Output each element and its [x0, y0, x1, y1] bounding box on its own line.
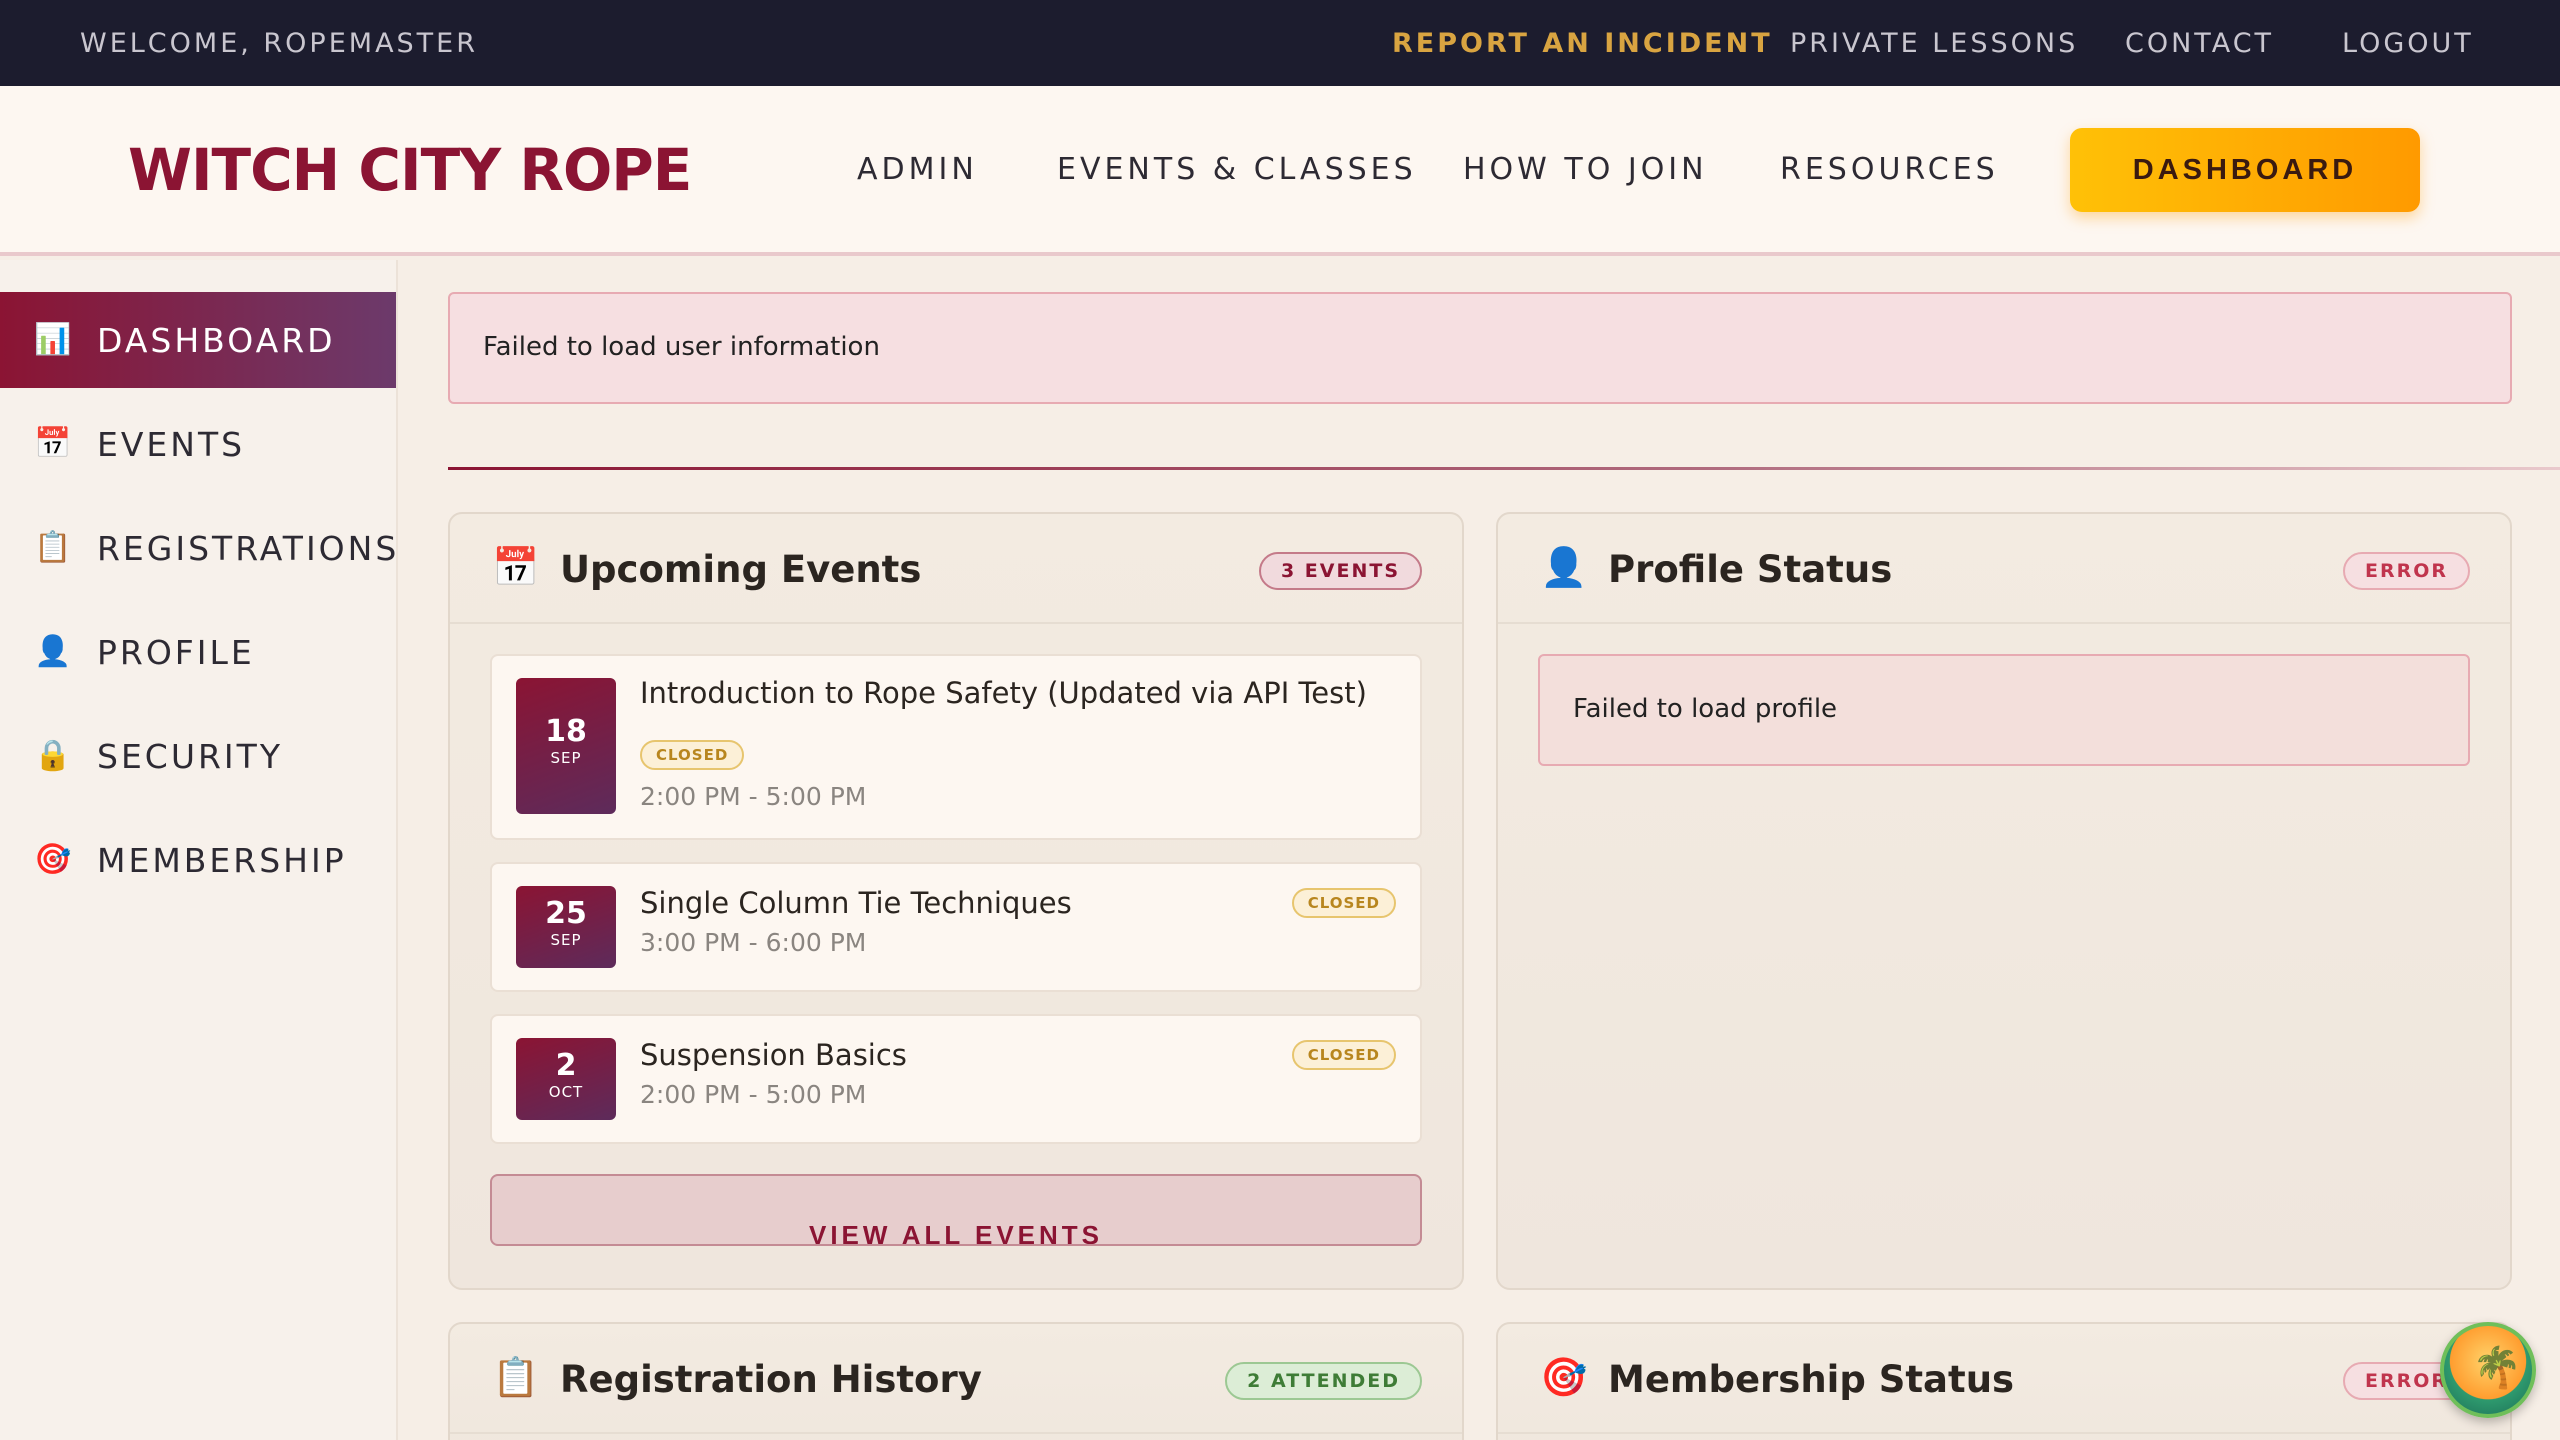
card-header: 📅 Upcoming Events 3 EVENTS: [450, 514, 1462, 624]
sidebar-item-label: REGISTRATIONS: [97, 528, 400, 568]
event-day: 18: [545, 714, 587, 749]
event-status-badge: CLOSED: [1291, 888, 1396, 918]
sidebar-item-membership[interactable]: 🎯 MEMBERSHIP: [0, 812, 396, 908]
event-title[interactable]: Suspension Basics: [640, 1038, 907, 1072]
attended-count-badge: 2 ATTENDED: [1225, 1362, 1422, 1400]
events-count-badge: 3 EVENTS: [1258, 552, 1422, 590]
profile-status-badge: ERROR: [2342, 552, 2470, 590]
event-date: 2 OCT: [516, 1038, 616, 1120]
target-icon: 🎯: [1540, 1355, 1588, 1399]
section-divider: [448, 467, 2560, 470]
registration-history-card: 📋 Registration History 2 ATTENDED: [448, 1322, 1464, 1440]
event-item[interactable]: 2 OCT Suspension Basics 2:00 PM - 5:00 P…: [490, 1014, 1422, 1144]
sidebar-item-label: SECURITY: [97, 736, 283, 776]
sidebar-item-label: PROFILE: [97, 632, 255, 672]
error-alert: Failed to load user information: [448, 292, 2512, 404]
calendar-icon: 📅: [492, 545, 540, 589]
sidebar-item-dashboard[interactable]: 📊 DASHBOARD: [0, 292, 396, 388]
card-title: Membership Status: [1608, 1358, 2015, 1401]
event-status-badge: CLOSED: [1291, 1040, 1396, 1070]
card-header: 👤 Profile Status ERROR: [1498, 514, 2510, 624]
sidebar-item-events[interactable]: 📅 EVENTS: [0, 396, 396, 492]
private-lessons-link[interactable]: PRIVATE LESSONS: [1790, 28, 2078, 59]
event-month: OCT: [548, 1083, 584, 1101]
clipboard-icon: 📋: [34, 530, 72, 565]
membership-status-card: 🎯 Membership Status ERROR: [1496, 1322, 2512, 1440]
welcome-text: WELCOME, ROPEMASTER: [80, 27, 478, 59]
lock-icon: 🔒: [34, 738, 72, 773]
report-incident-link[interactable]: REPORT AN INCIDENT: [1392, 28, 1773, 59]
clipboard-icon: 📋: [492, 1355, 540, 1399]
error-alert-message: Failed to load user information: [483, 332, 880, 362]
dashboard-button[interactable]: DASHBOARD: [2070, 128, 2420, 212]
profile-status-card: 👤 Profile Status ERROR Failed to load pr…: [1496, 512, 2512, 1290]
sidebar-item-label: DASHBOARD: [97, 320, 336, 360]
card-title: Profile Status: [1608, 548, 1893, 591]
event-time: 2:00 PM - 5:00 PM: [640, 782, 867, 811]
event-item[interactable]: 25 SEP Single Column Tie Techniques 3:00…: [490, 862, 1422, 992]
target-icon: 🎯: [34, 842, 72, 877]
event-day: 25: [545, 896, 587, 931]
chart-icon: 📊: [34, 322, 72, 357]
event-date: 25 SEP: [516, 886, 616, 968]
user-icon: 👤: [1540, 545, 1588, 589]
view-all-events-label: VIEW ALL EVENTS: [808, 1220, 1104, 1246]
card-header: 🎯 Membership Status ERROR: [1498, 1324, 2510, 1434]
sidebar-item-security[interactable]: 🔒 SECURITY: [0, 708, 396, 804]
nav-resources[interactable]: RESOURCES: [1780, 152, 1999, 187]
card-title: Registration History: [560, 1358, 982, 1401]
floating-assistant-button[interactable]: 🌴: [2440, 1322, 2536, 1418]
nav-how-to-join[interactable]: HOW TO JOIN: [1463, 152, 1708, 187]
event-item[interactable]: 18 SEP Introduction to Rope Safety (Upda…: [490, 654, 1422, 840]
brand-logo[interactable]: WITCH CITY ROPE: [128, 136, 692, 204]
profile-error-alert: Failed to load profile: [1538, 654, 2470, 766]
user-icon: 👤: [34, 634, 72, 669]
event-title[interactable]: Single Column Tie Techniques: [640, 886, 1072, 920]
sidebar-item-registrations[interactable]: 📋 REGISTRATIONS: [0, 500, 396, 596]
sidebar: 📊 DASHBOARD 📅 EVENTS 📋 REGISTRATIONS 👤 P…: [0, 260, 398, 1440]
event-day: 2: [555, 1048, 577, 1083]
sidebar-item-label: MEMBERSHIP: [97, 840, 347, 880]
event-status-badge: CLOSED: [640, 740, 745, 770]
utility-bar: WELCOME, ROPEMASTER REPORT AN INCIDENT P…: [0, 0, 2560, 86]
site-header: WITCH CITY ROPE ADMIN EVENTS & CLASSES H…: [0, 86, 2560, 256]
sidebar-item-label: EVENTS: [97, 424, 246, 464]
upcoming-events-card: 📅 Upcoming Events 3 EVENTS 18 SEP Introd…: [448, 512, 1464, 1290]
logout-link[interactable]: LOGOUT: [2342, 28, 2474, 59]
event-time: 2:00 PM - 5:00 PM: [640, 1080, 867, 1109]
event-month: SEP: [550, 931, 582, 949]
palm-tree-icon: 🌴: [2472, 1345, 2522, 1391]
profile-error-message: Failed to load profile: [1573, 694, 1838, 724]
nav-events-classes[interactable]: EVENTS & CLASSES: [1057, 152, 1417, 187]
card-title: Upcoming Events: [560, 548, 922, 591]
sidebar-item-profile[interactable]: 👤 PROFILE: [0, 604, 396, 700]
card-header: 📋 Registration History 2 ATTENDED: [450, 1324, 1462, 1434]
event-time: 3:00 PM - 6:00 PM: [640, 928, 867, 957]
event-month: SEP: [550, 749, 582, 767]
calendar-icon: 📅: [34, 426, 72, 461]
event-title[interactable]: Introduction to Rope Safety (Updated via…: [640, 676, 1367, 710]
nav-admin[interactable]: ADMIN: [857, 152, 978, 187]
view-all-events-button[interactable]: VIEW ALL EVENTS: [490, 1174, 1422, 1246]
event-date: 18 SEP: [516, 678, 616, 814]
contact-link[interactable]: CONTACT: [2125, 28, 2274, 59]
